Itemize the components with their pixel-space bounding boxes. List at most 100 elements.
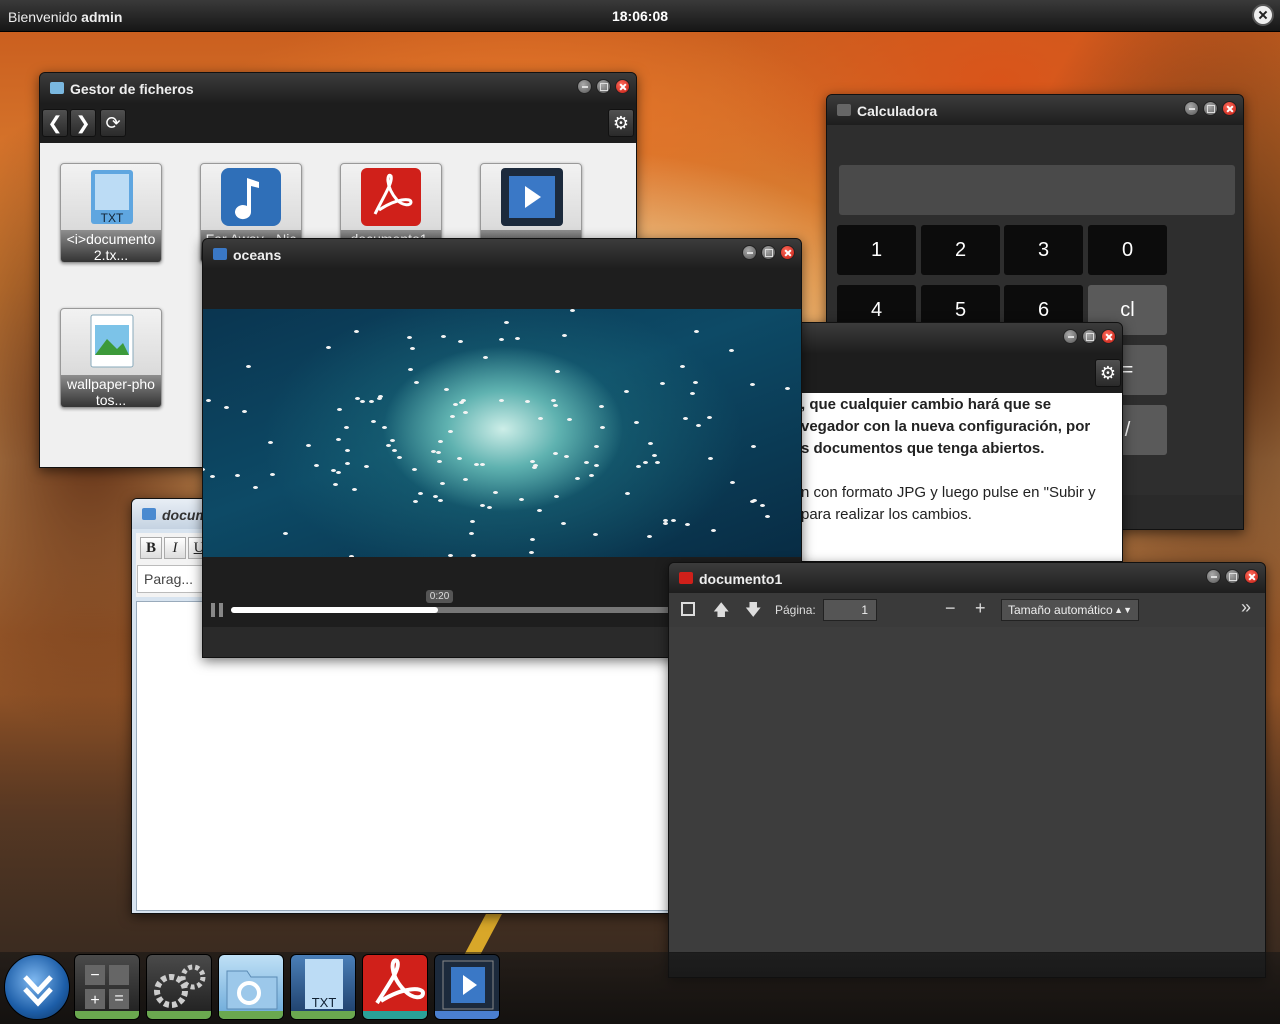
- file-manager-titlebar[interactable]: Gestor de ficheros: [40, 73, 636, 103]
- bird-mark: [344, 462, 350, 466]
- gear-icon[interactable]: ⚙: [608, 109, 634, 137]
- calculator-keys-icon: − + =: [85, 965, 129, 1009]
- prev-page-icon[interactable]: 🡅: [713, 599, 729, 626]
- close-icon[interactable]: [780, 245, 795, 260]
- bird-mark: [203, 468, 206, 472]
- maximize-icon[interactable]: [1225, 569, 1240, 584]
- close-icon[interactable]: [1244, 569, 1259, 584]
- settings-titlebar[interactable]: [791, 323, 1122, 353]
- svg-text:+: +: [90, 992, 99, 1009]
- key-1[interactable]: 1: [837, 225, 916, 275]
- key-0[interactable]: 0: [1088, 225, 1167, 275]
- close-icon[interactable]: [615, 79, 630, 94]
- close-icon[interactable]: [1101, 329, 1116, 344]
- maximize-icon[interactable]: [761, 245, 776, 260]
- refresh-icon[interactable]: ⟳: [100, 109, 126, 137]
- logout-close-icon[interactable]: [1252, 4, 1274, 26]
- bird-mark: [594, 445, 600, 449]
- page-number-input[interactable]: 1: [823, 599, 877, 621]
- bird-mark: [647, 534, 653, 538]
- bird-mark: [270, 472, 276, 476]
- maximize-icon[interactable]: [1082, 329, 1097, 344]
- zoom-out-button[interactable]: −: [945, 598, 956, 619]
- zoom-select[interactable]: Tamaño automático ▲▼: [1001, 599, 1139, 621]
- minimize-icon[interactable]: [742, 245, 757, 260]
- maximize-icon[interactable]: [596, 79, 611, 94]
- minimize-icon[interactable]: [1184, 101, 1199, 116]
- bold-button[interactable]: B: [140, 537, 162, 559]
- pdf-titlebar[interactable]: documento1: [669, 563, 1265, 593]
- video-titlebar[interactable]: oceans: [203, 239, 801, 269]
- bird-mark: [750, 382, 756, 386]
- bird-mark: [729, 349, 735, 353]
- pdf-document-area[interactable]: [669, 627, 1265, 952]
- instruction-line: n con formato JPG y luego pulse en "Subi…: [801, 484, 1096, 501]
- music-note-icon: [221, 168, 281, 226]
- image-file-icon: [90, 314, 134, 368]
- sidebar-toggle-icon[interactable]: [681, 602, 695, 616]
- bird-mark: [413, 500, 419, 504]
- start-menu-icon[interactable]: [4, 954, 70, 1020]
- key-2[interactable]: 2: [921, 225, 1000, 275]
- bird-mark: [354, 397, 360, 401]
- settings-gears-icon[interactable]: [146, 954, 212, 1020]
- chevron-updown-icon: ▲▼: [1114, 605, 1132, 615]
- bird-mark: [268, 440, 274, 444]
- bird-mark: [314, 463, 320, 467]
- bird-mark: [458, 340, 464, 344]
- bird-mark: [371, 420, 377, 424]
- bird-mark: [440, 335, 446, 339]
- bird-mark: [410, 346, 416, 350]
- bird-mark: [592, 533, 598, 537]
- italic-button[interactable]: I: [164, 537, 186, 559]
- txt-app-icon: [142, 508, 156, 520]
- video-app-icon: [213, 248, 227, 260]
- key-3[interactable]: 3: [1004, 225, 1083, 275]
- maximize-icon[interactable]: [1203, 101, 1218, 116]
- seek-bar[interactable]: [231, 607, 671, 613]
- bird-mark: [282, 531, 288, 535]
- bird-mark: [680, 364, 686, 368]
- window-title: Gestor de ficheros: [70, 81, 194, 97]
- file-manager-icon[interactable]: [218, 954, 284, 1020]
- bird-mark: [594, 464, 600, 468]
- video-player-icon[interactable]: [434, 954, 500, 1020]
- gear-icon[interactable]: ⚙: [1095, 359, 1121, 387]
- top-bar: Bienvenido admin 18:06:08: [0, 0, 1280, 32]
- pause-icon[interactable]: [211, 603, 223, 617]
- bird-mark: [343, 425, 349, 429]
- txt-editor-icon[interactable]: TXT: [290, 954, 356, 1020]
- file-item[interactable]: wallpaper-pho tos...: [60, 308, 162, 408]
- back-arrow-icon[interactable]: ❮: [42, 109, 68, 137]
- bird-mark: [205, 399, 211, 403]
- bird-mark: [456, 456, 462, 460]
- clock: 18:06:08: [611, 8, 669, 24]
- bird-mark: [407, 335, 413, 339]
- acrobat-icon: [375, 958, 426, 1005]
- bird-mark: [600, 426, 606, 430]
- bird-mark: [655, 460, 661, 464]
- bird-mark: [234, 473, 240, 477]
- video-frame[interactable]: [203, 309, 801, 557]
- pdf-viewer-window: documento1 🡅 🡇 Página: 1 − + Tamaño auto…: [668, 562, 1266, 978]
- bird-mark: [335, 470, 341, 474]
- file-item[interactable]: TXT <i>documento 2.tx...: [60, 163, 162, 263]
- calculator-icon[interactable]: − + =: [74, 954, 140, 1020]
- minimize-icon[interactable]: [577, 79, 592, 94]
- zoom-in-button[interactable]: +: [975, 598, 986, 619]
- bird-mark: [414, 380, 420, 384]
- bird-mark: [354, 330, 360, 334]
- minimize-icon[interactable]: [1206, 569, 1221, 584]
- bird-mark: [643, 460, 649, 464]
- bird-mark: [332, 482, 338, 486]
- window-title: docum: [162, 507, 208, 523]
- calculator-titlebar[interactable]: Calculadora: [827, 95, 1243, 125]
- minimize-icon[interactable]: [1063, 329, 1078, 344]
- more-tools-icon[interactable]: »: [1241, 597, 1251, 618]
- next-page-icon[interactable]: 🡇: [745, 599, 761, 626]
- pdf-reader-icon[interactable]: [362, 954, 428, 1020]
- close-icon[interactable]: [1222, 101, 1237, 116]
- paragraph-select[interactable]: Parag...: [137, 565, 207, 593]
- bird-mark: [589, 474, 595, 478]
- forward-arrow-icon[interactable]: ❯: [70, 109, 96, 137]
